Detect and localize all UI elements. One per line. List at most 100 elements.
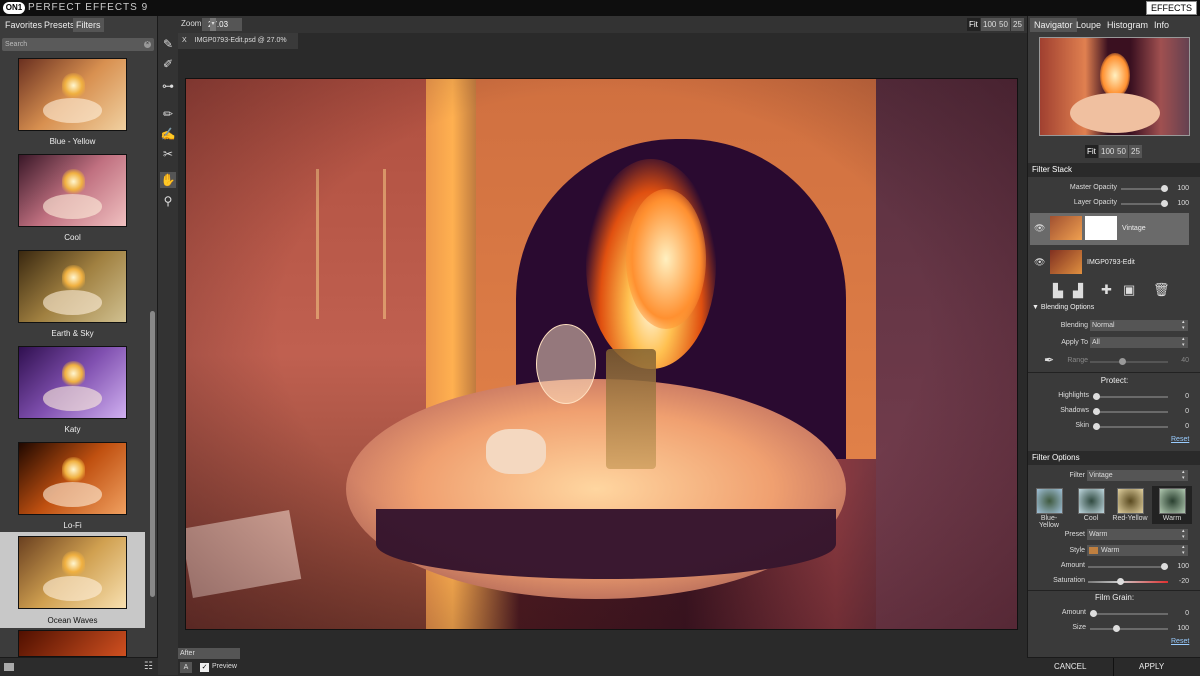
zoom-tool-icon[interactable]: ⚲ [160,193,176,209]
brush-tool-icon[interactable]: ✎ [160,36,176,52]
range-label: Range [1067,357,1088,364]
zoom-dropdown-icon[interactable]: ▾ [210,18,216,31]
master-opacity-slider[interactable] [1121,185,1168,192]
filter-value: Vintage [1089,472,1113,479]
eye-icon[interactable]: 👁 [1034,257,1046,268]
add-filter-icon[interactable]: ✚ [1101,282,1112,298]
filter-select[interactable]: Vintage [1087,470,1188,481]
tab-loupe[interactable]: Loupe [1072,18,1105,32]
document-tab[interactable]: X IMGP0793-Edit.psd @ 27.0% 16-bit [178,33,298,60]
layer-row-vintage[interactable]: 👁 Vintage [1030,213,1189,245]
preset-thumb-label: Blue-Yellow [1039,515,1059,529]
shadows-slider[interactable] [1093,408,1168,415]
layer-row-base[interactable]: 👁 IMGP0793-Edit [1030,247,1189,279]
preset-thumb-warm-selected[interactable]: Warm [1152,486,1192,524]
filter-label: Filter [1069,472,1085,479]
hand-tool-icon[interactable]: ✋ [160,172,176,188]
nav-25-button[interactable]: 25 [1129,145,1142,158]
preset-card-blue-yellow[interactable]: Blue - Yellow [0,56,145,152]
preset-thumb-red-yellow[interactable]: Red-Yellow [1112,488,1148,524]
preset-label: Preset [1064,531,1085,538]
nav-100-button[interactable]: 100 [1099,145,1117,158]
apply-button[interactable]: APPLY [1139,662,1164,671]
zoom-100-button[interactable]: 100 [981,18,999,31]
clear-search-icon[interactable]: × [144,41,151,48]
zoom-50-button[interactable]: 50 [997,18,1010,31]
trash-icon[interactable]: 🗑 [1153,282,1170,298]
paint-brush-icon[interactable]: ✐ [160,56,176,72]
search-input[interactable]: Search × [2,38,154,51]
nav-fit-button[interactable]: Fit [1085,145,1098,158]
blending-options-toggle[interactable]: ▼ Blending Options [1032,304,1094,311]
single-view-icon[interactable] [4,663,14,671]
preset-label: Ocean Waves [47,616,98,625]
preset-thumb-label: Red-Yellow [1112,515,1148,522]
preset-thumbnail [18,250,127,323]
zoom-25-button[interactable]: 25 [1011,18,1024,31]
retouch-brush-icon[interactable]: ✍ [160,126,176,142]
chisel-tool-icon[interactable]: ✂ [160,146,176,162]
range-slider[interactable] [1090,358,1168,365]
grain-size-slider[interactable] [1090,625,1168,632]
tab-histogram[interactable]: Histogram [1103,18,1152,32]
preset-card-ocean-waves-selected[interactable]: Ocean Waves [0,532,145,628]
preview-checkbox[interactable]: ✓ [200,663,209,672]
zoom-input[interactable]: 27.03 [202,18,242,31]
skin-slider[interactable] [1093,423,1168,430]
preset-thumbnail [18,346,127,419]
app-title: PERFECT EFFECTS 9 [28,2,149,13]
smart-brush-icon[interactable]: ✏ [160,106,176,122]
view-mode-select[interactable]: After [178,648,240,659]
tab-info[interactable]: Info [1150,18,1173,32]
film-grain-reset-link[interactable]: Reset [1171,638,1189,645]
highlights-slider[interactable] [1093,393,1168,400]
close-document-icon[interactable]: X [182,37,187,44]
eye-icon[interactable]: 👁 [1034,223,1046,234]
layer-mask-thumbnail [1085,216,1117,240]
filter-options-heading: Filter Options [1028,451,1200,465]
photo-preview[interactable] [185,78,1018,630]
effects-button[interactable]: EFFECTS [1145,1,1197,15]
blending-mode-select[interactable]: Normal [1090,320,1188,331]
master-opacity-value: 100 [1177,185,1189,192]
layer-opacity-slider[interactable] [1121,200,1168,207]
navigator-thumbnail[interactable] [1039,37,1190,136]
skin-value: 0 [1185,423,1189,430]
preset-thumbnail-partial[interactable] [18,630,127,657]
protect-reset-link[interactable]: Reset [1171,436,1189,443]
saturation-slider[interactable] [1088,578,1168,585]
compare-button[interactable]: A [180,662,192,673]
highlights-label: Highlights [1058,392,1089,399]
duplicate-layer-icon[interactable]: ▟ [1073,283,1083,299]
preset-card-lo-fi[interactable]: Lo-Fi [0,440,145,536]
grain-amount-slider[interactable] [1090,610,1168,617]
layer-opacity-label: Layer Opacity [1073,199,1117,206]
left-scrollbar[interactable] [150,311,155,597]
new-layer-icon[interactable]: ▙ [1053,283,1063,299]
preset-thumbnail [18,442,127,515]
preset-card-earth-sky[interactable]: Earth & Sky [0,248,145,344]
grid-view-icon[interactable]: ☷ [144,661,153,672]
style-swatch [1089,547,1098,554]
app-logo: ON1 [3,2,25,14]
cancel-button[interactable]: CANCEL [1054,662,1086,671]
right-panel-footer: CANCEL APPLY [1027,657,1200,676]
grain-amount-label: Amount [1061,609,1086,616]
style-select[interactable]: Warm [1087,545,1188,556]
nav-50-button[interactable]: 50 [1115,145,1128,158]
preset-thumb-cool[interactable]: Cool [1073,488,1109,524]
apply-to-value: All [1092,339,1100,346]
tab-navigator[interactable]: Navigator [1030,18,1077,32]
preset-thumb-blue-yellow[interactable]: Blue-Yellow [1031,488,1067,529]
masking-bug-icon[interactable]: ⊶ [160,78,176,94]
add-mask-icon[interactable]: ▣ [1123,282,1135,298]
apply-to-select[interactable]: All [1090,337,1188,348]
preset-card-katy[interactable]: Katy [0,344,145,440]
amount-slider[interactable] [1088,563,1168,570]
preset-card-cool[interactable]: Cool [0,152,145,248]
preset-select[interactable]: Warm [1087,529,1188,540]
tab-filters[interactable]: Filters [73,18,104,32]
zoom-fit-button[interactable]: Fit [967,18,980,31]
protect-heading: Protect: [1100,376,1129,385]
tab-favorites[interactable]: Favorites [2,18,45,32]
